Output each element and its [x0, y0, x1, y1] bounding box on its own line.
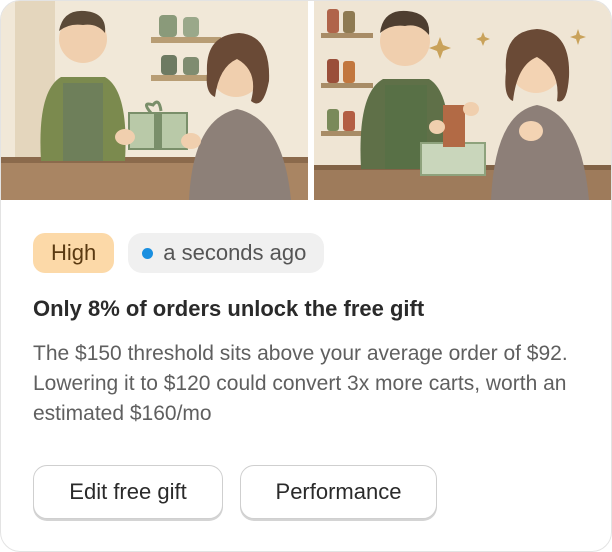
- panel-right: [314, 1, 611, 200]
- insight-title: Only 8% of orders unlock the free gift: [33, 296, 425, 321]
- hero-illustration: [1, 1, 611, 200]
- insight-body: The $150 threshold sits above your avera…: [33, 342, 568, 425]
- badge-row: High a seconds ago: [33, 233, 325, 273]
- priority-badge: High: [33, 233, 115, 273]
- performance-button[interactable]: Performance: [240, 465, 437, 519]
- timestamp-badge: a seconds ago: [128, 233, 325, 273]
- panel-left: [1, 1, 308, 200]
- status-dot-icon: [142, 247, 154, 259]
- timestamp-text: a seconds ago: [163, 240, 307, 265]
- action-row: Edit free gift Performance: [33, 465, 437, 519]
- edit-free-gift-button[interactable]: Edit free gift: [33, 465, 223, 519]
- insight-card: High a seconds ago Only 8% of orders unl…: [0, 0, 612, 552]
- hero-divider: [308, 1, 314, 200]
- illustration-gift-exchange: [1, 1, 611, 200]
